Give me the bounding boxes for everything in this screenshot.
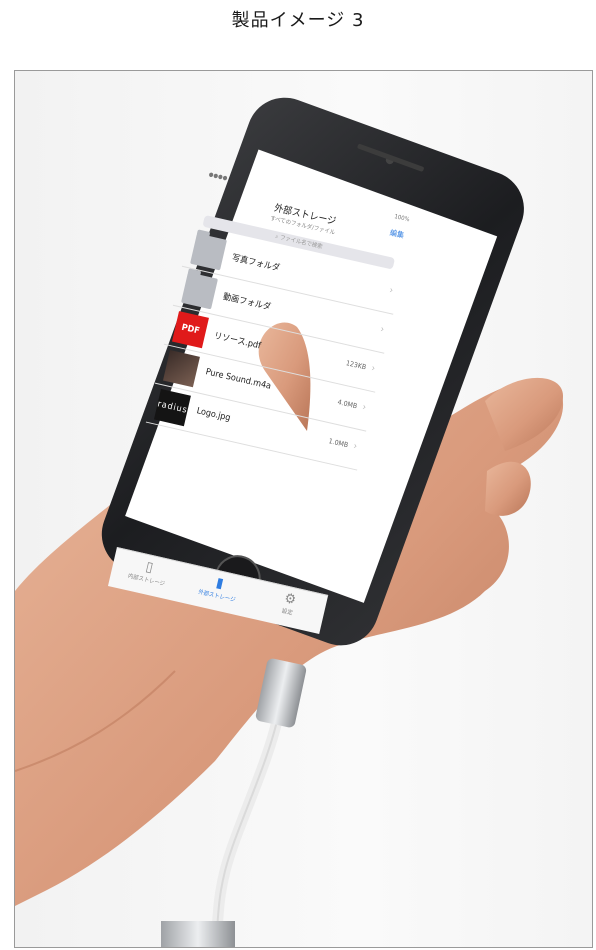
item-name: 写真フォルダ [230, 253, 281, 274]
pdf-icon: PDF [172, 311, 209, 349]
item-name: Logo.jpg [195, 406, 232, 424]
product-photo-frame: ●●●● 100% 外部ストレージ すべてのフォルダ/ファイル 編集 ⌕ ファイ… [14, 70, 593, 948]
battery-indicator: 100% [393, 213, 411, 224]
page-caption: 製品イメージ 3 [231, 10, 365, 31]
chevron-right-icon: › [361, 402, 368, 414]
chevron-right-icon: › [388, 285, 395, 297]
item-name: 動画フォルダ [221, 292, 272, 313]
item-size: 1.0MB [327, 437, 349, 450]
item-size: 123KB [345, 359, 367, 372]
item-name: リソース.pdf [212, 331, 262, 352]
item-name: Pure Sound.m4a [204, 367, 272, 392]
tab-external-storage[interactable]: ▮ 外部ストレージ [181, 568, 257, 608]
folder-icon [181, 272, 218, 310]
album-art-thumbnail [162, 350, 200, 388]
folder-icon [190, 233, 227, 271]
tab-internal-storage[interactable]: ▯ 内部ストレージ [110, 552, 186, 592]
logo-thumbnail: radius [153, 389, 191, 427]
tab-label: 設定 [281, 607, 294, 617]
signal-indicator: ●●●● [208, 171, 229, 182]
chevron-right-icon: › [352, 441, 359, 453]
tab-settings[interactable]: ⚙ 設定 [251, 584, 327, 624]
cable-bottom-connector [161, 921, 235, 947]
item-size: 4.0MB [336, 398, 358, 411]
chevron-right-icon: › [370, 363, 377, 375]
chevron-right-icon: › [379, 324, 386, 336]
